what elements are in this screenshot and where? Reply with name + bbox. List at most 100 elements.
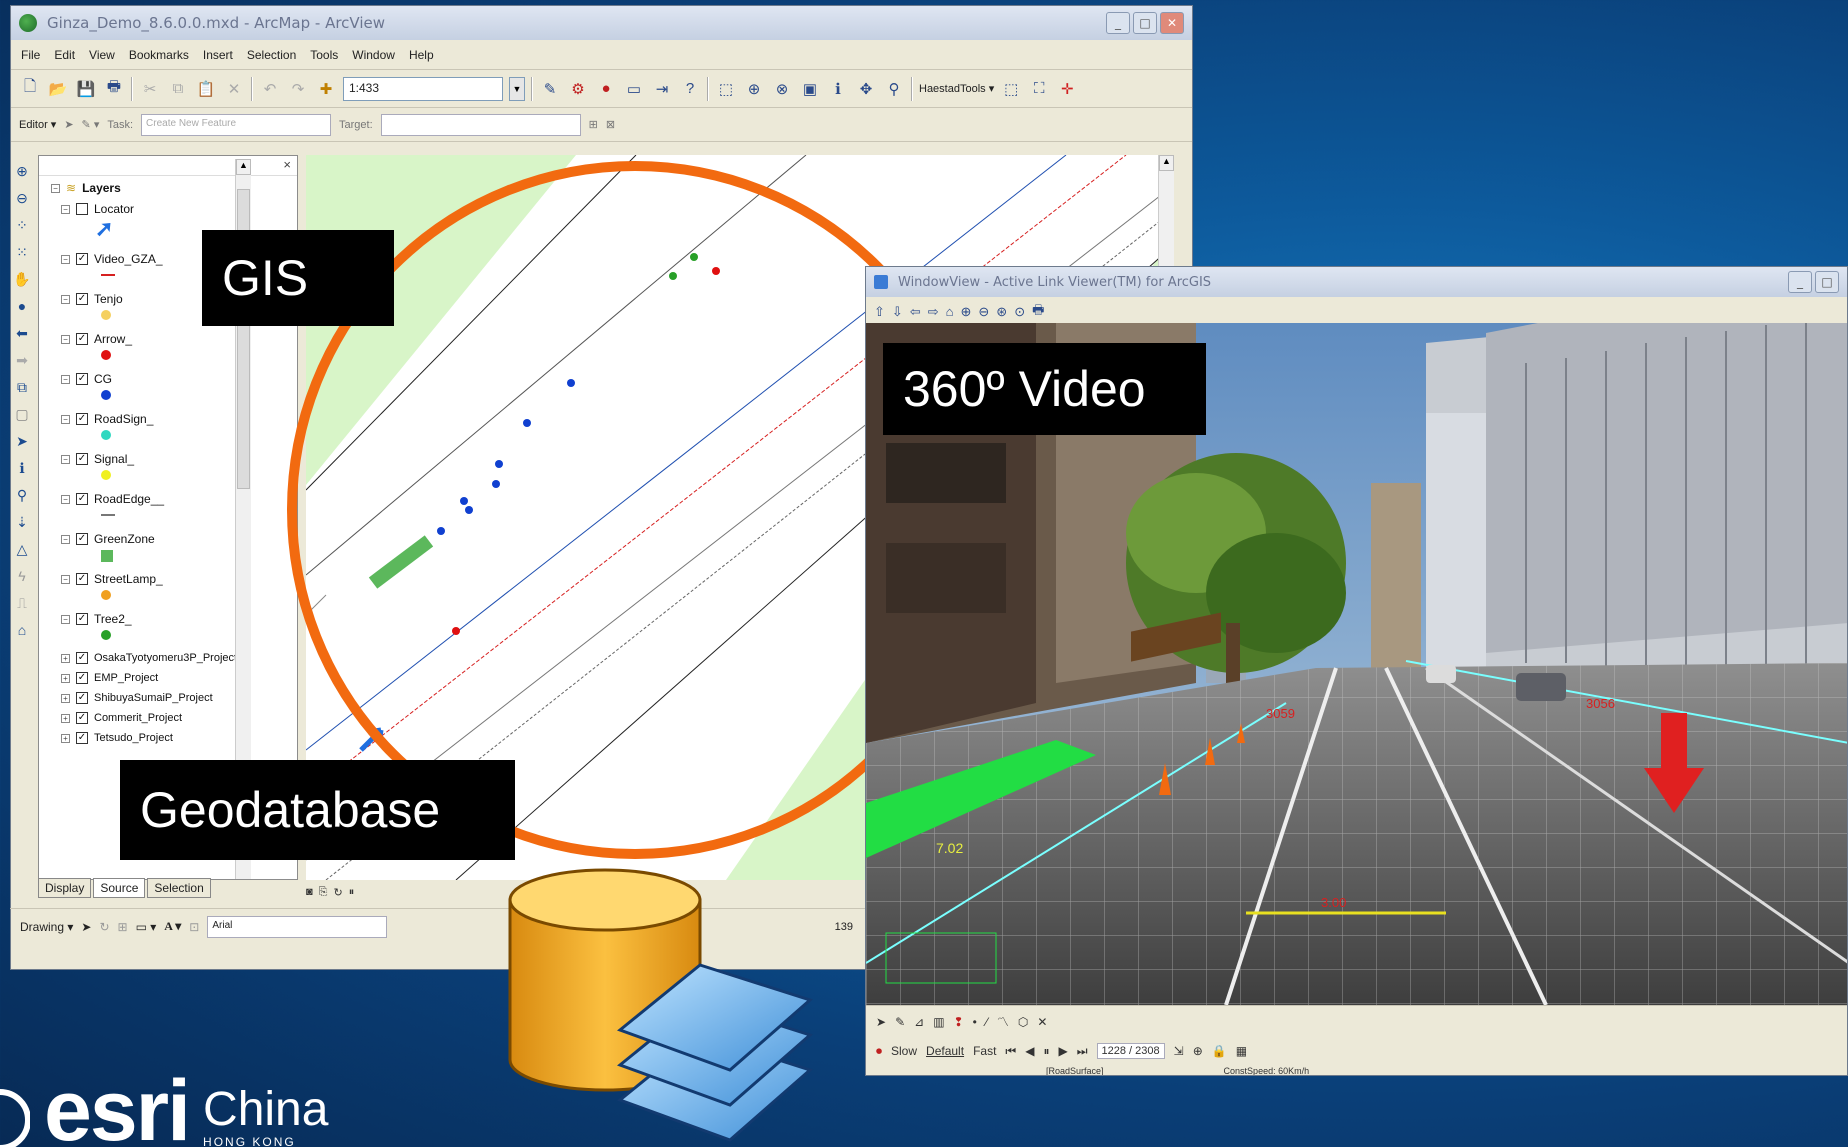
select-box-icon[interactable]: ⬚: [1000, 78, 1022, 100]
pan-icon[interactable]: ✥: [855, 78, 877, 100]
toc-group-layer[interactable]: + ✓ EMP_Project: [61, 672, 158, 684]
lock-icon[interactable]: 🔒: [1212, 1044, 1227, 1058]
html-popup-icon[interactable]: ⎍: [12, 593, 32, 613]
time-slider-icon[interactable]: ⌂: [12, 620, 32, 640]
target-dropdown[interactable]: [380, 113, 581, 136]
toc-layer-arrow[interactable]: − ✓ Arrow_: [61, 332, 132, 346]
group-expand-icon[interactable]: +: [61, 733, 70, 743]
layer-visibility-checkbox[interactable]: ✓: [76, 493, 88, 505]
haestad-tools-menu[interactable]: HaestadTools ▾: [919, 82, 994, 95]
print-icon[interactable]: 🖶: [103, 78, 125, 100]
copy-icon[interactable]: ⧉: [167, 78, 189, 100]
layer-expand-icon[interactable]: −: [61, 454, 70, 464]
toc-group-layer[interactable]: + ✓ Commerit_Project: [61, 712, 182, 724]
callout-icon[interactable]: ⊡: [189, 920, 199, 934]
measure-icon[interactable]: △: [12, 539, 32, 559]
record-icon[interactable]: ⏺: [876, 1044, 882, 1059]
undo-icon[interactable]: ↶: [259, 78, 281, 100]
tab-source[interactable]: Source: [93, 878, 146, 898]
toc-layer-cg[interactable]: − ✓ CG: [61, 372, 112, 386]
back-extent-icon[interactable]: ⬅: [12, 323, 32, 343]
group-expand-icon[interactable]: +: [61, 713, 70, 723]
layer-expand-icon[interactable]: −: [61, 334, 70, 344]
video-print-icon[interactable]: 🖶: [1032, 301, 1044, 323]
help-icon[interactable]: ?: [679, 78, 701, 100]
video-zoom-fit-icon[interactable]: ⊛: [996, 304, 1007, 320]
video-marker-icon[interactable]: ❢: [954, 1015, 964, 1029]
video-chart-icon[interactable]: ▥: [933, 1015, 944, 1029]
rotate-icon[interactable]: ↻: [99, 920, 109, 934]
delete-icon[interactable]: ✕: [223, 78, 245, 100]
close-button[interactable]: ✕: [1160, 12, 1184, 34]
menu-item-edit[interactable]: Edit: [54, 48, 75, 62]
video-delete-icon[interactable]: ✕: [1037, 1015, 1047, 1029]
rectangle-icon[interactable]: ▭ ▾: [136, 920, 157, 934]
toc-layer-roadedge[interactable]: − ✓ RoadEdge__: [61, 492, 164, 506]
attributes-icon[interactable]: ⊞: [589, 118, 598, 131]
full-extent-icon[interactable]: ●: [12, 296, 32, 316]
task-dropdown[interactable]: Create New Feature: [141, 113, 332, 136]
add-data-icon[interactable]: ✚: [315, 78, 337, 100]
fixed-zoom-in-icon[interactable]: ⁘: [12, 215, 32, 235]
video-minimize-button[interactable]: _: [1788, 271, 1812, 293]
text-icon[interactable]: A ▾: [164, 919, 181, 934]
maximize-button[interactable]: □: [1133, 12, 1157, 34]
toc-group-layer[interactable]: + ✓ Tetsudo_Project: [61, 732, 173, 744]
menu-item-insert[interactable]: Insert: [203, 48, 233, 62]
map-scale-input[interactable]: 1:433: [343, 76, 503, 101]
layer-visibility-checkbox[interactable]: ✓: [76, 453, 88, 465]
group-expand-icon[interactable]: +: [61, 693, 70, 703]
crosshair-icon[interactable]: ✛: [1056, 78, 1078, 100]
redo-icon[interactable]: ↷: [287, 78, 309, 100]
layer-visibility-checkbox[interactable]: ✓: [76, 613, 88, 625]
select-arrow-icon[interactable]: ➤: [12, 431, 32, 451]
video-zoom-reset-icon[interactable]: ⊙: [1014, 304, 1025, 320]
grid-icon[interactable]: ▦: [1236, 1044, 1247, 1058]
video-home-icon[interactable]: ⌂: [946, 304, 954, 319]
go-to-xy-icon[interactable]: ⇣: [12, 512, 32, 532]
menu-item-selection[interactable]: Selection: [247, 48, 296, 62]
measure-box-icon[interactable]: ▢: [12, 404, 32, 424]
select-elements-icon[interactable]: ⬚: [715, 78, 737, 100]
group-visibility-checkbox[interactable]: ✓: [76, 652, 88, 664]
cut-icon[interactable]: ✂: [139, 78, 161, 100]
video-maximize-button[interactable]: □: [1815, 271, 1839, 293]
nav-right-icon[interactable]: ⇨: [928, 304, 939, 320]
group-visibility-checkbox[interactable]: ✓: [76, 672, 88, 684]
layer-visibility-checkbox[interactable]: [76, 203, 88, 215]
video-polygon-icon[interactable]: ⬡: [1018, 1015, 1028, 1029]
hyperlink-icon[interactable]: ⚲: [883, 78, 905, 100]
layer-expand-icon[interactable]: −: [61, 414, 70, 424]
video-zoom-in-icon[interactable]: ⊕: [960, 304, 971, 320]
group-visibility-checkbox[interactable]: ✓: [76, 692, 88, 704]
identify-icon[interactable]: ℹ: [12, 458, 32, 478]
select-features-icon[interactable]: ⛶: [1028, 78, 1050, 100]
layer-expand-icon[interactable]: −: [61, 614, 70, 624]
group-expand-icon[interactable]: +: [61, 673, 70, 683]
toc-layer-streetlamp[interactable]: − ✓ StreetLamp_: [61, 572, 163, 586]
toc-layer-signal[interactable]: − ✓ Signal_: [61, 452, 134, 466]
select-elements-arrow-icon[interactable]: ➤: [81, 920, 91, 934]
zoom-whole-page-icon[interactable]: ⊞: [118, 920, 128, 934]
toc-group-layer[interactable]: + ✓ ShibuyaSumaiP_Project: [61, 692, 213, 704]
toc-layer-tree2[interactable]: − ✓ Tree2_: [61, 612, 132, 626]
video-point-icon[interactable]: •: [973, 1015, 977, 1029]
sketch-tool-icon[interactable]: ✎ ▾: [82, 118, 100, 131]
step-forward-icon[interactable]: ⏭: [1077, 1044, 1088, 1059]
font-dropdown[interactable]: Arial: [207, 915, 388, 938]
video-polyline-icon[interactable]: 〽: [997, 1013, 1009, 1030]
group-visibility-checkbox[interactable]: ✓: [76, 712, 88, 724]
globe-icon[interactable]: ⊕: [1193, 1044, 1203, 1058]
layout-zoom-icon[interactable]: ⧉: [12, 377, 32, 397]
arctoolbox-icon[interactable]: ⚙: [567, 78, 589, 100]
lightning-icon[interactable]: ϟ: [12, 566, 32, 586]
identify-tool-icon[interactable]: ⊕: [743, 78, 765, 100]
layer-visibility-checkbox[interactable]: ✓: [76, 373, 88, 385]
find-icon[interactable]: ⊗: [771, 78, 793, 100]
fixed-zoom-out-icon[interactable]: ⁙: [12, 242, 32, 262]
new-icon[interactable]: 🗋: [19, 78, 41, 100]
video-zoom-out-icon[interactable]: ⊖: [978, 304, 989, 320]
group-expand-icon[interactable]: +: [61, 653, 70, 663]
video-measure-icon[interactable]: ⊿: [914, 1015, 924, 1029]
layer-expand-icon[interactable]: −: [61, 204, 70, 214]
